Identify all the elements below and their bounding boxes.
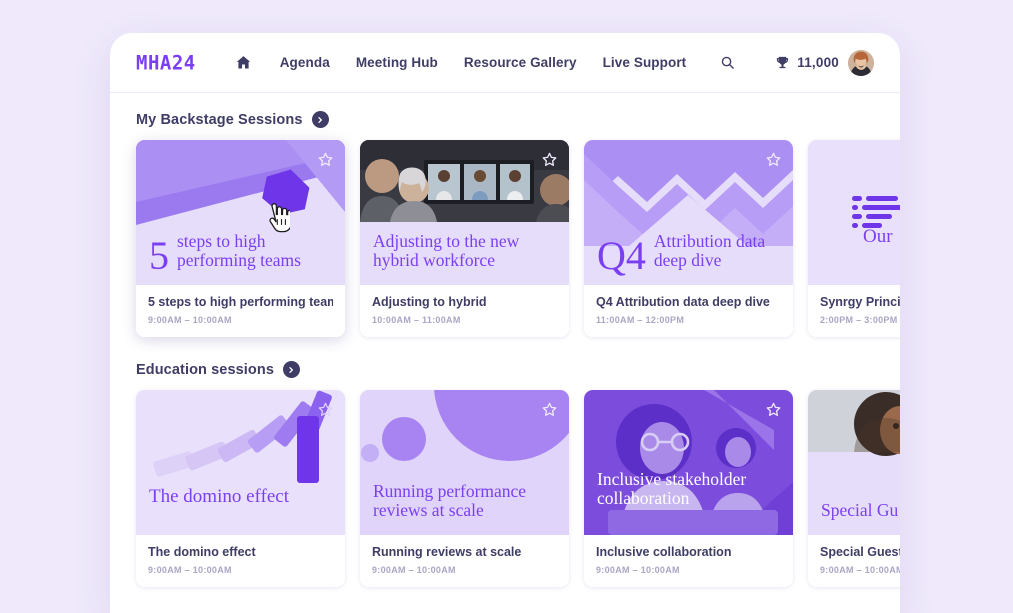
chevron-right-icon[interactable] bbox=[282, 361, 300, 378]
star-outline-icon[interactable] bbox=[317, 401, 334, 418]
card-hero: Special Gu Sarah Baso bbox=[808, 390, 900, 535]
card-hero: Running performance reviews at scale bbox=[360, 390, 569, 535]
card-hero-title: 5 steps to high performing teams bbox=[149, 230, 335, 278]
session-card[interactable]: The domino effect The domino effect 9:00… bbox=[136, 390, 345, 587]
section-title: Education sessions bbox=[136, 361, 274, 378]
card-hero-title: Our bbox=[863, 226, 900, 247]
card-time: 9:00AM – 10:00AM bbox=[148, 565, 232, 575]
card-meta: Inclusive collaboration 9:00AM – 10:00AM bbox=[584, 535, 793, 587]
card-title: Adjusting to hybrid bbox=[372, 295, 487, 309]
trophy-icon bbox=[775, 55, 790, 70]
card-hero-text: steps to high performing teams bbox=[177, 230, 301, 271]
session-card[interactable]: Our Synrgy Princip 2:00PM – 3:00PM bbox=[808, 140, 900, 337]
card-artwork-bars bbox=[808, 140, 900, 285]
card-time: 9:00AM – 10:00AM bbox=[148, 315, 232, 325]
card-hero-title: Q4 Attribution data deep dive bbox=[597, 230, 783, 278]
star-outline-icon[interactable] bbox=[317, 151, 334, 168]
card-title: Q4 Attribution data deep dive bbox=[596, 295, 770, 309]
session-card[interactable]: Q4 Attribution data deep dive Q4 Attribu… bbox=[584, 140, 793, 337]
section-header-backstage: My Backstage Sessions bbox=[110, 93, 900, 140]
card-artwork-photo-collab bbox=[584, 390, 793, 535]
nav-item-live-support[interactable]: Live Support bbox=[603, 55, 687, 70]
card-hero: 5 steps to high performing teams bbox=[136, 140, 345, 285]
card-row-education: The domino effect The domino effect 9:00… bbox=[110, 390, 900, 587]
card-hero-big: Q4 bbox=[597, 233, 646, 278]
search-icon[interactable] bbox=[716, 52, 738, 74]
card-hero-title: Special Gu Sarah Baso bbox=[821, 500, 900, 521]
card-time: 9:00AM – 10:00AM bbox=[596, 565, 680, 575]
card-hero: Inclusive stakeholder collaboration bbox=[584, 390, 793, 535]
card-time: 11:00AM – 12:00PM bbox=[596, 315, 685, 325]
card-hero: Q4 Attribution data deep dive bbox=[584, 140, 793, 285]
avatar[interactable] bbox=[848, 49, 874, 76]
star-outline-icon[interactable] bbox=[765, 151, 782, 168]
card-hero-text: Attribution data deep dive bbox=[653, 230, 766, 271]
section-title: My Backstage Sessions bbox=[136, 111, 303, 128]
chevron-right-icon[interactable] bbox=[311, 111, 329, 128]
card-hero-title: Inclusive stakeholder collaboration bbox=[597, 468, 747, 509]
app-logo[interactable]: MHA24 bbox=[136, 51, 196, 74]
home-icon[interactable] bbox=[234, 53, 254, 73]
session-card[interactable]: 5 steps to high performing teams 5 steps… bbox=[136, 140, 345, 337]
card-meta: The domino effect 9:00AM – 10:00AM bbox=[136, 535, 345, 587]
star-outline-icon[interactable] bbox=[541, 401, 558, 418]
card-time: 9:00AM – 10:00AM bbox=[372, 565, 456, 575]
card-hero-big: 5 bbox=[149, 233, 169, 278]
card-hero-text: Our bbox=[863, 225, 893, 247]
card-hero-title: Adjusting to the new hybrid workforce bbox=[373, 230, 520, 271]
nav-item-resource-gallery[interactable]: Resource Gallery bbox=[464, 55, 577, 70]
card-row-backstage: 5 steps to high performing teams 5 steps… bbox=[110, 140, 900, 337]
card-time: 10:00AM – 11:00AM bbox=[372, 315, 461, 325]
header-right-zone: 11,000 bbox=[775, 49, 874, 76]
card-hero: The domino effect bbox=[136, 390, 345, 535]
card-meta: Running reviews at scale 9:00AM – 10:00A… bbox=[360, 535, 569, 587]
card-hero-title: Running performance reviews at scale bbox=[373, 480, 527, 521]
nav-item-agenda[interactable]: Agenda bbox=[280, 55, 330, 70]
section-header-education: Education sessions bbox=[110, 337, 900, 390]
card-title: The domino effect bbox=[148, 545, 256, 559]
main-nav: Agenda Meeting Hub Resource Gallery Live… bbox=[234, 52, 739, 74]
card-title: Inclusive collaboration bbox=[596, 545, 732, 559]
page-background: MHA24 Agenda Meeting Hub Resource Galler… bbox=[0, 0, 1013, 613]
card-title: Running reviews at scale bbox=[372, 545, 522, 559]
top-navigation-bar: MHA24 Agenda Meeting Hub Resource Galler… bbox=[110, 33, 900, 93]
session-card[interactable]: Running performance reviews at scale Run… bbox=[360, 390, 569, 587]
card-hero: Adjusting to the new hybrid workforce bbox=[360, 140, 569, 285]
session-card[interactable]: Inclusive stakeholder collaboration Incl… bbox=[584, 390, 793, 587]
nav-item-meeting-hub[interactable]: Meeting Hub bbox=[356, 55, 438, 70]
points-display[interactable]: 11,000 bbox=[775, 55, 839, 70]
card-meta: Special Guest 9:00AM – 10:00AM bbox=[808, 535, 900, 587]
session-card[interactable]: Special Gu Sarah Baso Special Guest 9:00… bbox=[808, 390, 900, 587]
session-card[interactable]: Adjusting to the new hybrid workforce Ad… bbox=[360, 140, 569, 337]
card-title: Special Guest bbox=[820, 545, 900, 559]
content-area: My Backstage Sessions 5 steps to high pe… bbox=[110, 93, 900, 587]
star-outline-icon[interactable] bbox=[541, 151, 558, 168]
card-meta: 5 steps to high performing teams 9:00AM … bbox=[136, 285, 345, 337]
card-meta: Synrgy Princip 2:00PM – 3:00PM bbox=[808, 285, 900, 337]
card-time: 2:00PM – 3:00PM bbox=[820, 315, 898, 325]
card-hero-title: The domino effect bbox=[149, 485, 289, 507]
card-time: 9:00AM – 10:00AM bbox=[820, 565, 900, 575]
points-value: 11,000 bbox=[797, 55, 839, 70]
app-window: MHA24 Agenda Meeting Hub Resource Galler… bbox=[110, 33, 900, 613]
card-artwork-dominoes bbox=[136, 390, 345, 535]
card-meta: Adjusting to hybrid 10:00AM – 11:00AM bbox=[360, 285, 569, 337]
card-title: 5 steps to high performing teams bbox=[148, 295, 333, 309]
card-title: Synrgy Princip bbox=[820, 295, 900, 309]
star-outline-icon[interactable] bbox=[765, 401, 782, 418]
card-meta: Q4 Attribution data deep dive 11:00AM – … bbox=[584, 285, 793, 337]
card-hero: Our bbox=[808, 140, 900, 285]
